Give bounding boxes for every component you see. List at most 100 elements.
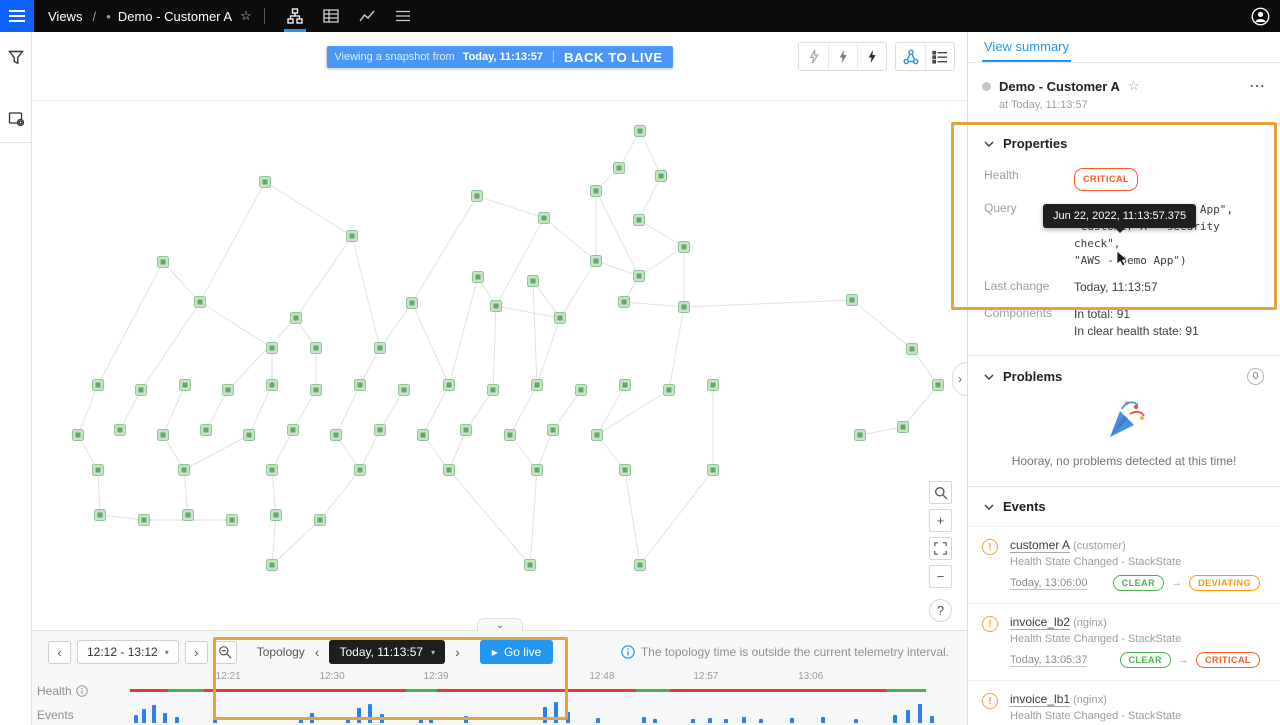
topology-node[interactable] <box>634 271 645 282</box>
properties-section-header[interactable]: Properties <box>968 124 1280 163</box>
topology-node[interactable] <box>619 297 630 308</box>
topology-node[interactable] <box>180 380 191 391</box>
topology-node[interactable] <box>708 380 719 391</box>
topology-node[interactable] <box>548 425 559 436</box>
back-to-live-button[interactable]: BACK TO LIVE <box>554 50 673 65</box>
view-menu-button[interactable]: ⋯ <box>1249 76 1266 96</box>
view-settings-button[interactable] <box>0 102 32 136</box>
topology-node[interactable] <box>620 380 631 391</box>
event-component-link[interactable]: invoice_lb2 <box>1010 615 1070 630</box>
health-timeline[interactable] <box>130 689 955 692</box>
topology-node[interactable] <box>260 177 271 188</box>
topology-node[interactable] <box>855 430 866 441</box>
topology-node[interactable] <box>907 344 918 355</box>
topology-node[interactable] <box>407 298 418 309</box>
list-view-button[interactable] <box>925 43 954 70</box>
topology-node[interactable] <box>444 465 455 476</box>
topology-canvas[interactable]: Viewing a snapshot from Today, 11:13:57 … <box>32 32 967 630</box>
bolt-filled-button[interactable] <box>857 43 886 70</box>
topology-node[interactable] <box>267 560 278 571</box>
favorite-star-icon[interactable]: ☆ <box>240 8 252 24</box>
topology-node[interactable] <box>399 385 410 396</box>
topology-node[interactable] <box>491 301 502 312</box>
collapse-timeline-tab[interactable]: ⌄ <box>477 618 523 632</box>
topology-node[interactable] <box>635 126 646 137</box>
event-timestamp-link[interactable]: Today, 13:05:37 <box>1010 654 1087 667</box>
topology-node[interactable] <box>708 465 719 476</box>
topology-node[interactable] <box>591 256 602 267</box>
topology-node[interactable] <box>591 186 602 197</box>
topology-node[interactable] <box>444 380 455 391</box>
table-mode-button[interactable] <box>313 0 349 32</box>
time-range-dropdown[interactable]: 12:12 - 13:12 ▾ <box>77 640 179 664</box>
view-favorite-star-icon[interactable]: ☆ <box>1128 78 1140 94</box>
topology-node[interactable] <box>347 231 358 242</box>
zoom-in-button[interactable]: + <box>929 509 952 532</box>
topology-node[interactable] <box>267 343 278 354</box>
metrics-mode-button[interactable] <box>349 0 385 32</box>
fit-to-screen-button[interactable] <box>929 537 952 560</box>
range-next-button[interactable]: › <box>185 641 208 664</box>
topology-node[interactable] <box>898 422 909 433</box>
events-mode-button[interactable] <box>385 0 421 32</box>
topology-node[interactable] <box>158 257 169 268</box>
bolt-outline-button[interactable] <box>799 43 828 70</box>
event-item[interactable]: !customer A (customer)Health State Chang… <box>968 526 1280 603</box>
topology-node[interactable] <box>271 510 282 521</box>
event-component-link[interactable]: invoice_lb1 <box>1010 692 1070 707</box>
topology-node[interactable] <box>472 191 483 202</box>
topology-node[interactable] <box>136 385 147 396</box>
filter-button[interactable] <box>0 40 32 74</box>
topology-node[interactable] <box>525 560 536 571</box>
topology-node[interactable] <box>592 430 603 441</box>
topology-node[interactable] <box>679 242 690 253</box>
breadcrumb-view-name[interactable]: Demo - Customer A <box>118 9 232 24</box>
topology-time-prev-button[interactable]: ‹ <box>311 644 324 660</box>
topology-node[interactable] <box>158 430 169 441</box>
topology-node[interactable] <box>73 430 84 441</box>
topology-node[interactable] <box>93 465 104 476</box>
topology-node[interactable] <box>505 430 516 441</box>
topology-node[interactable] <box>311 385 322 396</box>
topology-mode-button[interactable] <box>277 0 313 32</box>
topology-node[interactable] <box>315 515 326 526</box>
topology-node[interactable] <box>267 465 278 476</box>
topology-view-button[interactable] <box>896 43 925 70</box>
topology-node[interactable] <box>555 313 566 324</box>
problems-section-header[interactable]: Problems 0 <box>968 356 1280 397</box>
topology-node[interactable] <box>183 510 194 521</box>
topology-node[interactable] <box>664 385 675 396</box>
topology-node[interactable] <box>227 515 238 526</box>
topology-node[interactable] <box>620 465 631 476</box>
topology-node[interactable] <box>244 430 255 441</box>
topology-node[interactable] <box>635 560 646 571</box>
event-component-link[interactable]: customer A <box>1010 538 1070 553</box>
bolt-half-button[interactable] <box>828 43 857 70</box>
topology-node[interactable] <box>223 385 234 396</box>
topology-node[interactable] <box>933 380 944 391</box>
topology-node[interactable] <box>311 343 322 354</box>
topology-node[interactable] <box>355 465 366 476</box>
help-button[interactable]: ? <box>929 599 952 622</box>
topology-node[interactable] <box>461 425 472 436</box>
topology-node[interactable] <box>267 380 278 391</box>
topology-node[interactable] <box>528 276 539 287</box>
events-section-header[interactable]: Events <box>968 487 1280 526</box>
range-prev-button[interactable]: ‹ <box>48 641 71 664</box>
topology-node[interactable] <box>95 510 106 521</box>
topology-node[interactable] <box>288 425 299 436</box>
event-item[interactable]: !invoice_lb2 (nginx)Health State Changed… <box>968 603 1280 680</box>
topology-node[interactable] <box>115 425 126 436</box>
topology-node[interactable] <box>418 430 429 441</box>
topology-node[interactable] <box>355 380 366 391</box>
topology-node[interactable] <box>576 385 587 396</box>
event-item[interactable]: !invoice_lb1 (nginx)Health State Changed… <box>968 680 1280 725</box>
tab-view-summary[interactable]: View summary <box>982 32 1071 62</box>
topology-node[interactable] <box>195 297 206 308</box>
hamburger-menu-button[interactable] <box>0 0 34 32</box>
topology-node[interactable] <box>201 425 212 436</box>
event-timestamp-link[interactable]: Today, 13:06:00 <box>1010 577 1087 590</box>
zoom-out-button[interactable]: − <box>929 565 952 588</box>
zoom-out-range-button[interactable] <box>214 641 237 664</box>
topology-node[interactable] <box>473 272 484 283</box>
